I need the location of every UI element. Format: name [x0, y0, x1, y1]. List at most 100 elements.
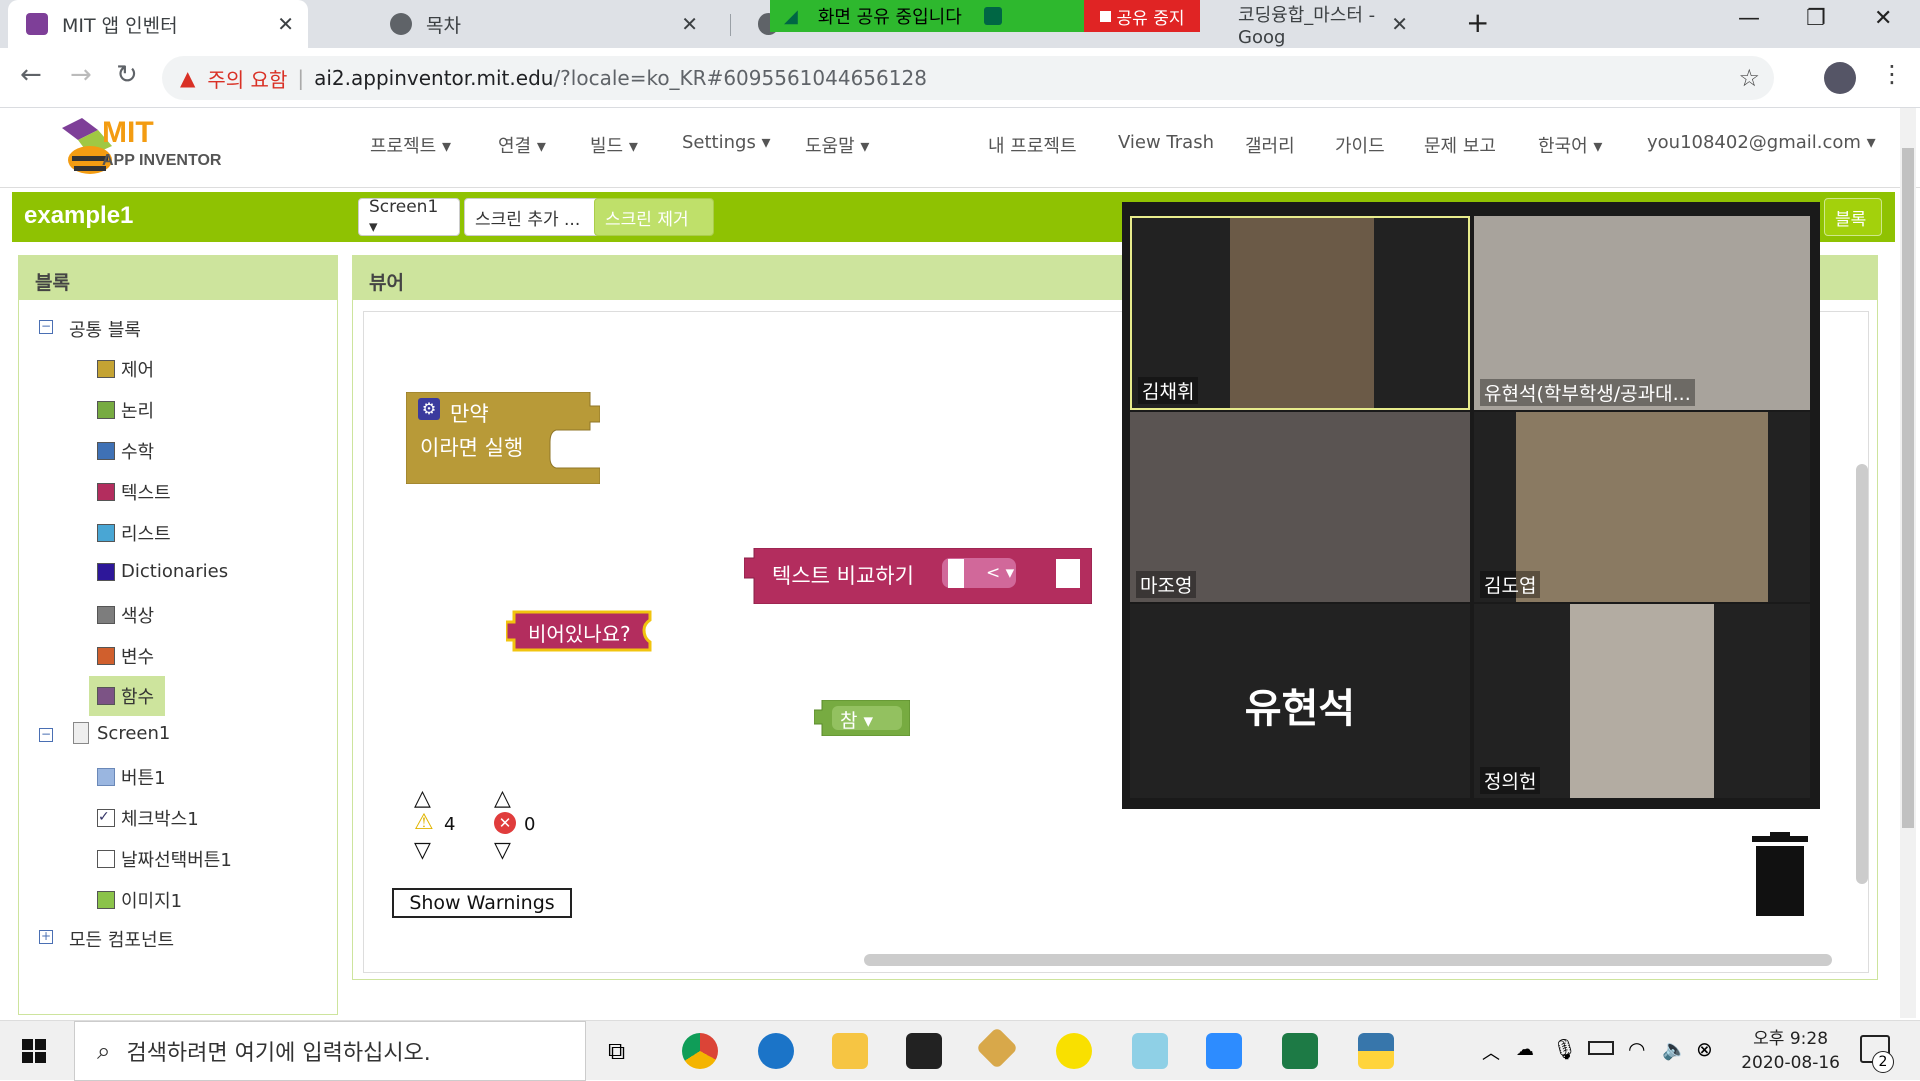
scroll-thumb[interactable] [1902, 148, 1914, 828]
settings-gear-icon[interactable]: ⚙ [418, 398, 440, 420]
all-components-group[interactable]: 모든 컴포넌트 [69, 926, 174, 952]
block-category-logic[interactable]: 논리 [97, 397, 154, 423]
compare-operator-dropdown[interactable]: < ▾ [986, 563, 1014, 583]
reload-icon[interactable]: ↻ [116, 60, 138, 90]
menu-connect[interactable]: 연결 ▾ [498, 132, 546, 158]
back-arrow-icon[interactable]: ← [20, 60, 42, 90]
battery-icon[interactable] [1588, 1041, 1614, 1055]
menu-build[interactable]: 빌드 ▾ [590, 132, 638, 158]
is-empty-block[interactable]: 비어있나요? [506, 610, 652, 652]
wifi-icon[interactable]: ◠ [1628, 1037, 1645, 1061]
menu-gallery[interactable]: 갤러리 [1245, 132, 1295, 158]
bookmark-star-icon[interactable]: ☆ [1738, 64, 1760, 92]
participant-tile[interactable]: 유현석(학부학생/공과대... [1474, 216, 1810, 410]
stop-share-button[interactable]: 공유 중지 [1084, 0, 1200, 32]
participant-tile[interactable]: 김도엽 [1474, 412, 1810, 602]
block-category-colors[interactable]: 색상 [97, 602, 154, 628]
close-tab-icon[interactable]: ✕ [277, 12, 294, 36]
microsoft-store-icon[interactable] [906, 1033, 942, 1069]
restore-icon[interactable]: ❐ [1806, 6, 1826, 31]
edge-icon[interactable] [758, 1033, 794, 1069]
participant-tile-video-off[interactable]: 유현석 [1130, 604, 1470, 798]
tab-mit-app-inventor[interactable]: MIT 앱 인벤터 ✕ [8, 0, 308, 48]
tab-contents[interactable]: 목차 ✕ [372, 0, 712, 48]
menu-my-projects[interactable]: 내 프로젝트 [988, 132, 1077, 158]
block-category-math[interactable]: 수학 [97, 438, 154, 464]
expand-toggle-icon[interactable]: + [39, 930, 53, 944]
address-bar[interactable]: ▲ 주의 요함 | ai2.appinventor.mit.edu/?local… [162, 56, 1774, 100]
participant-tile[interactable]: 정의헌 [1474, 604, 1810, 798]
if-block[interactable]: ⚙ 만약 이라면 실행 [406, 392, 600, 484]
block-category-lists[interactable]: 리스트 [97, 520, 171, 546]
add-screen-button[interactable]: 스크린 추가 ... [464, 198, 600, 236]
next-error-arrow-icon[interactable]: ▽ [494, 838, 511, 863]
builtin-blocks-group[interactable]: 공통 블록 [69, 316, 141, 342]
participant-tile[interactable]: 마조영 [1130, 412, 1470, 602]
close-tab-icon[interactable]: ✕ [1391, 12, 1408, 36]
component-image1[interactable]: 이미지1 [97, 887, 182, 913]
kakaotalk-icon[interactable] [1056, 1033, 1092, 1069]
python-icon[interactable] [1358, 1033, 1394, 1069]
chrome-icon[interactable] [682, 1033, 718, 1069]
zoom-gallery-overlay[interactable]: 김채휘 유현석(학부학생/공과대... 마조영 김도엽 유현석 정의헌 [1122, 202, 1820, 809]
profile-avatar[interactable] [1824, 62, 1856, 94]
block-category-dictionaries[interactable]: Dictionaries [97, 561, 228, 582]
task-view-icon[interactable]: ⧉ [608, 1037, 625, 1065]
notepad-app-icon[interactable] [1132, 1033, 1168, 1069]
menu-help[interactable]: 도움말 ▾ [805, 132, 869, 158]
new-tab-button[interactable]: + [1466, 6, 1489, 39]
true-block[interactable]: 참 ▾ [814, 700, 910, 736]
block-category-text[interactable]: 텍스트 [97, 479, 171, 505]
trash-can-icon[interactable] [1748, 832, 1812, 918]
windows-start-icon[interactable] [22, 1039, 46, 1063]
block-category-procedures[interactable]: 함수 [89, 676, 165, 716]
close-tab-icon[interactable]: ✕ [681, 12, 698, 36]
volume-icon[interactable]: 🔈 [1662, 1037, 1687, 1061]
url-text[interactable]: ai2.appinventor.mit.edu/?locale=ko_KR#60… [314, 66, 927, 90]
onedrive-icon[interactable]: ☁ [1516, 1039, 1534, 1060]
screen1-group[interactable]: Screen1 [73, 722, 170, 744]
taskbar-search-box[interactable]: ⌕ 검색하려면 여기에 입력하십시오. [74, 1021, 586, 1081]
true-dropdown[interactable]: 참 ▾ [840, 706, 873, 733]
menu-language[interactable]: 한국어 ▾ [1538, 132, 1602, 158]
screen-share-status-bar[interactable]: ◢ 화면 공유 중입니다 [770, 0, 1088, 32]
screen-select-dropdown[interactable]: Screen1 ▾ [358, 197, 460, 237]
excel-icon[interactable] [1282, 1033, 1318, 1069]
compare-texts-block[interactable]: 텍스트 비교하기 < ▾ [744, 548, 1092, 604]
workspace-horizontal-scrollbar[interactable] [864, 954, 1832, 966]
browser-menu-icon[interactable]: ⋮ [1880, 60, 1904, 88]
menu-report-issue[interactable]: 문제 보고 [1424, 132, 1496, 158]
mute-x-icon[interactable]: ⊗ [1696, 1037, 1713, 1061]
next-warning-arrow-icon[interactable]: ▽ [414, 838, 431, 863]
blocks-editor-button[interactable]: 블록 [1824, 198, 1882, 236]
prev-warning-arrow-icon[interactable]: △ [414, 786, 431, 811]
component-button1[interactable]: 버튼1 [97, 764, 166, 790]
collapse-toggle-icon[interactable]: − [39, 320, 53, 334]
system-clock[interactable]: 오후 9:28 2020-08-16 [1741, 1027, 1840, 1075]
menu-account[interactable]: you108402@gmail.com ▾ [1647, 132, 1876, 153]
collapse-toggle-icon[interactable]: − [39, 728, 53, 742]
component-datepicker1[interactable]: 날짜선택버튼1 [97, 846, 232, 872]
minimize-icon[interactable]: — [1738, 6, 1760, 31]
menu-settings[interactable]: Settings ▾ [682, 132, 771, 153]
microphone-icon[interactable]: 🎙 [1552, 1037, 1577, 1061]
block-category-variables[interactable]: 변수 [97, 643, 154, 669]
block-category-control[interactable]: 제어 [97, 356, 154, 382]
show-hidden-icons-chevron-icon[interactable]: ︿ [1482, 1039, 1500, 1065]
show-warnings-button[interactable]: Show Warnings [392, 888, 572, 918]
menu-project[interactable]: 프로젝트 ▾ [370, 132, 451, 158]
page-vertical-scrollbar[interactable] [1900, 108, 1916, 1018]
remove-screen-button[interactable]: 스크린 제거 [594, 198, 714, 236]
app-inventor-logo[interactable]: MIT APP INVENTOR [52, 112, 252, 184]
zoom-icon[interactable] [1206, 1033, 1242, 1069]
forward-arrow-icon[interactable]: → [70, 60, 92, 90]
close-window-icon[interactable]: ✕ [1874, 6, 1892, 31]
file-explorer-icon[interactable] [832, 1033, 868, 1069]
prev-error-arrow-icon[interactable]: △ [494, 786, 511, 811]
component-checkbox1[interactable]: ✓ 체크박스1 [97, 805, 199, 831]
participant-tile[interactable]: 김채휘 [1130, 216, 1470, 410]
menu-guide[interactable]: 가이드 [1335, 132, 1385, 158]
app-icon[interactable] [975, 1026, 1019, 1070]
menu-view-trash[interactable]: View Trash [1118, 132, 1214, 153]
workspace-vertical-scrollbar[interactable] [1856, 464, 1868, 884]
